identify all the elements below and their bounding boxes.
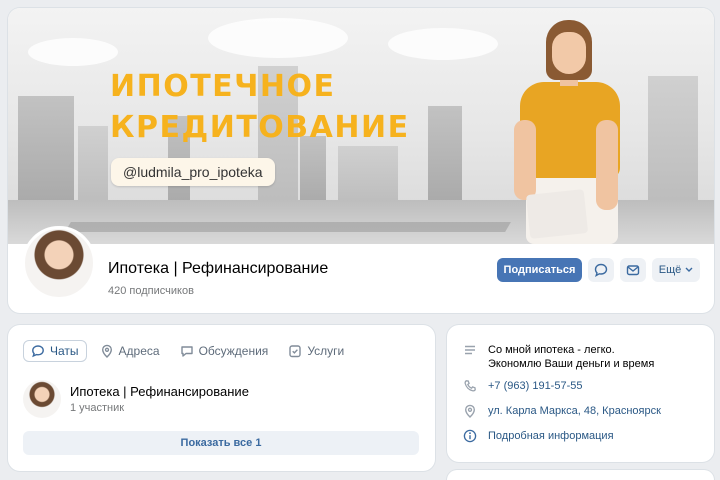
tab-chats[interactable]: Чаты	[23, 340, 87, 362]
info-card: Со мной ипотека - легко. Экономлю Ваши д…	[447, 325, 714, 462]
tab-discussions[interactable]: Обсуждения	[173, 341, 276, 361]
location-icon	[101, 344, 112, 358]
details-link[interactable]: Подробная информация	[488, 429, 614, 443]
cover-person-image	[508, 20, 638, 244]
group-avatar[interactable]	[22, 226, 96, 300]
phone-row[interactable]: +7 (963) 191-57-55	[463, 379, 582, 393]
tab-addresses[interactable]: Адреса	[93, 341, 167, 361]
profile-card: ИПОТЕЧНОЕ КРЕДИТОВАНИЕ @ludmila_pro_ipot…	[8, 8, 714, 313]
show-all-button[interactable]: Показать все 1	[23, 431, 419, 455]
tab-addresses-label: Адреса	[118, 344, 160, 358]
more-button[interactable]: Ещё	[652, 258, 700, 282]
tab-discussions-label: Обсуждения	[198, 344, 269, 358]
chat-list-item[interactable]: Ипотека | Рефинансирование 1 участник	[23, 380, 249, 418]
cover-handle: @ludmila_pro_ipoteka	[111, 158, 275, 186]
tab-chats-label: Чаты	[50, 344, 79, 358]
lines-icon	[465, 345, 475, 355]
subscribe-button[interactable]: Подписаться	[497, 258, 582, 282]
location-icon	[464, 404, 476, 418]
services-icon	[289, 345, 302, 358]
address-row[interactable]: ул. Карла Маркса, 48, Красноярск	[463, 404, 661, 418]
cover-title: ИПОТЕЧНОЕ КРЕДИТОВАНИЕ	[110, 66, 410, 148]
subscriber-count[interactable]: 420 подписчиков	[108, 285, 194, 297]
details-row[interactable]: Подробная информация	[463, 429, 614, 443]
address-link[interactable]: ул. Карла Маркса, 48, Красноярск	[488, 404, 661, 418]
tab-services[interactable]: Услуги	[281, 341, 351, 361]
group-name: Ипотека | Рефинансирование	[108, 260, 329, 277]
chats-card: Чаты Адреса Обсуждения Услуги Ипотека | …	[8, 325, 435, 471]
cover-title-line1: ИПОТЕЧНОЕ	[110, 69, 336, 104]
message-button[interactable]	[588, 258, 614, 282]
chevron-down-icon	[685, 267, 693, 272]
chat-title: Ипотека | Рефинансирование	[70, 384, 249, 399]
section-tabs: Чаты Адреса Обсуждения Услуги	[23, 340, 357, 362]
chat-avatar	[23, 380, 61, 418]
mail-button[interactable]	[620, 258, 646, 282]
more-label: Ещё	[658, 264, 682, 276]
description-row: Со мной ипотека - легко. Экономлю Ваши д…	[463, 343, 654, 371]
chat-bubble-icon	[594, 263, 608, 277]
cover-title-line2: КРЕДИТОВАНИЕ	[110, 110, 410, 145]
tab-services-label: Услуги	[307, 344, 345, 358]
info-icon	[463, 429, 477, 443]
cover-image: ИПОТЕЧНОЕ КРЕДИТОВАНИЕ @ludmila_pro_ipot…	[8, 8, 714, 244]
next-card	[447, 470, 714, 480]
phone-number[interactable]: +7 (963) 191-57-55	[488, 379, 582, 393]
phone-icon	[464, 380, 476, 392]
chat-members: 1 участник	[70, 402, 125, 414]
description-line2: Экономлю Ваши деньги и время	[488, 358, 655, 370]
description-line1: Со мной ипотека - легко.	[488, 344, 615, 356]
chat-icon	[32, 345, 44, 358]
mail-icon	[626, 265, 640, 276]
discussion-icon	[180, 346, 193, 357]
